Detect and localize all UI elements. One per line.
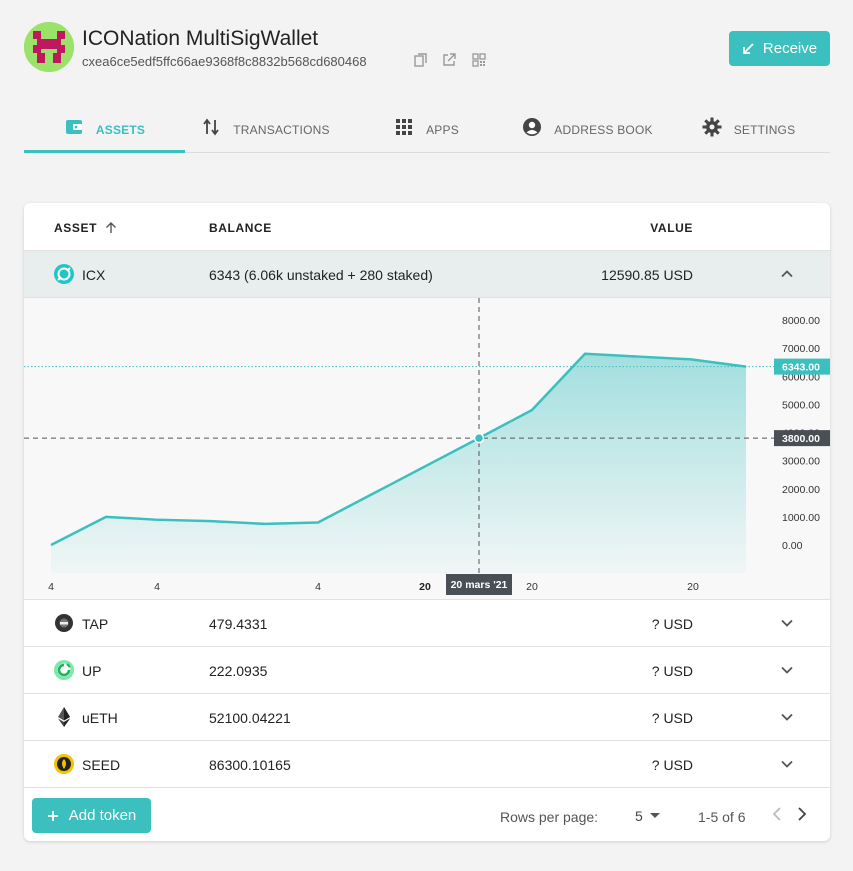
x-tick-label: 20 [687,581,699,593]
chevron-left-icon[interactable] [770,806,784,822]
rows-per-page-select[interactable]: 5 [635,808,643,824]
identicon-icon [24,22,74,72]
table-header: ASSET BALANCE VALUE [24,203,830,251]
crosshair-value-label: 3800.00 [782,433,820,445]
asset-value: 12590.85 USD [601,267,693,283]
tab-assets[interactable]: ASSETS [24,104,185,153]
icx-icon [54,264,74,284]
seed-icon [54,754,74,774]
chevron-down-icon[interactable] [779,709,795,725]
y-tick-label: 3000.00 [782,456,820,468]
pagination-range: 1-5 of 6 [698,809,746,825]
asset-value: ? USD [651,663,693,679]
y-tick-label: 2000.00 [782,484,820,496]
caret-down-icon[interactable] [650,813,660,818]
rows-per-page-label: Rows per page: [500,809,599,825]
chevron-down-icon[interactable] [779,615,795,631]
asset-column-header[interactable]: ASSET [54,221,117,235]
chevron-down-icon[interactable] [779,662,795,678]
asset-symbol: TAP [82,616,109,632]
table-footer: Add token Rows per page: 5 1-5 of 6 [24,788,830,841]
asset-symbol: SEED [82,757,121,773]
asset-symbol: uETH [82,710,118,726]
asset-value: ? USD [651,757,693,773]
wallet-avatar [24,22,74,72]
chevron-down-icon[interactable] [779,756,795,772]
asset-balance: 6343 (6.06k unstaked + 280 staked) [209,267,433,283]
receive-label: Receive [762,40,818,57]
asset-value: ? USD [651,616,693,632]
y-tick-label: 1000.00 [782,512,820,524]
tab-settings-label: SETTINGS [733,123,796,137]
wallet-address: cxea6ce5edf5ffc66ae9368f8c8832b568cd6804… [82,54,367,69]
y-tick-label: 7000.00 [782,343,820,355]
x-tick-label: 4 [315,581,321,593]
swap-vert-icon [203,118,220,136]
account-circle-icon [523,118,542,136]
asset-row-tap[interactable]: TAP 479.4331 ? USD [24,600,830,647]
assets-card: ASSET BALANCE VALUE ICX 6343 (6.06k unst… [24,203,830,841]
tab-transactions-label: TRANSACTIONS [233,123,330,137]
asset-symbol: UP [82,663,102,679]
eth-icon [58,707,70,727]
add-token-label: Add token [68,807,137,824]
main-tabs: ASSETS TRANSACTIONS APPS ADDRESS BOOK SE… [24,104,830,153]
sort-arrow-up-icon[interactable] [105,222,117,234]
tap-icon [55,614,73,632]
copy-icon[interactable] [414,53,428,67]
add-token-button[interactable]: Add token [32,798,151,833]
current-value-label: 6343.00 [782,362,820,374]
balance-column-header: BALANCE [209,221,272,235]
wallet-name: ICONation MultiSigWallet [82,27,319,50]
plus-icon [47,810,58,821]
open-external-icon[interactable] [442,53,456,67]
chevron-right-icon[interactable] [795,806,809,822]
apps-grid-icon [396,119,413,135]
gear-icon [702,117,722,137]
tab-address-book[interactable]: ADDRESS BOOK [507,104,668,152]
asset-row-ueth[interactable]: uETH 52100.04221 ? USD [24,694,830,741]
crosshair-point [473,432,485,444]
arrow-down-left-icon [742,42,754,54]
asset-balance: 479.4331 [209,616,268,632]
icx-balance-chart: 8000.007000.006000.005000.004000.003000.… [24,298,830,600]
x-tick-label: 20 [419,581,431,593]
asset-symbol: ICX [82,267,106,283]
asset-balance: 52100.04221 [209,710,291,726]
y-tick-label: 5000.00 [782,399,820,411]
wallet-icon [65,120,82,134]
value-column-header: VALUE [650,221,693,235]
qr-code-icon[interactable] [472,53,486,67]
asset-balance: 222.0935 [209,663,268,679]
receive-button[interactable]: Receive [729,31,830,66]
tab-apps[interactable]: APPS [346,104,507,152]
tab-settings[interactable]: SETTINGS [668,104,829,152]
chart-svg: 8000.007000.006000.005000.004000.003000.… [24,298,830,595]
asset-header-label: ASSET [54,221,98,235]
asset-row-up[interactable]: UP 222.0935 ? USD [24,647,830,694]
up-icon [54,660,74,680]
chevron-up-icon[interactable] [779,266,795,282]
tab-apps-label: APPS [426,123,459,137]
tab-address-book-label: ADDRESS BOOK [554,123,653,137]
tab-transactions[interactable]: TRANSACTIONS [185,104,346,152]
asset-row-icx[interactable]: ICX 6343 (6.06k unstaked + 280 staked) 1… [24,251,830,298]
wallet-header: ICONation MultiSigWallet cxea6ce5edf5ffc… [24,22,830,74]
asset-balance: 86300.10165 [209,757,291,773]
y-tick-label: 8000.00 [782,315,820,327]
x-tick-label: 4 [48,581,54,593]
chart-area-fill [51,353,746,573]
x-tick-label: 4 [154,581,160,593]
y-tick-label: 0.00 [782,540,803,552]
asset-row-seed[interactable]: SEED 86300.10165 ? USD [24,741,830,788]
tab-assets-label: ASSETS [95,123,146,137]
x-tick-label: 20 [526,581,538,593]
crosshair-date-label: 20 mars '21 [451,579,508,591]
asset-value: ? USD [651,710,693,726]
